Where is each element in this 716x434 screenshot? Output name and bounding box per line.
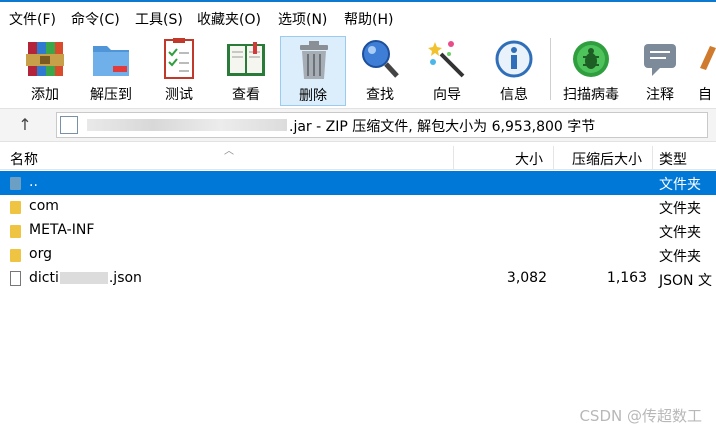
list-item-org[interactable]: org 文件夹	[0, 243, 716, 267]
checklist-icon	[164, 38, 194, 79]
column-size[interactable]: 大小	[515, 149, 543, 169]
test-button[interactable]: 测试	[146, 36, 212, 106]
view-button[interactable]: 查看	[213, 36, 279, 106]
wizard-button[interactable]: 向导	[414, 36, 480, 106]
menu-tools[interactable]: 工具(S)	[134, 9, 184, 29]
wizard-label: 向导	[433, 87, 461, 103]
menu-command[interactable]: 命令(C)	[70, 9, 121, 29]
menu-bar: 文件(F) 命令(C) 工具(S) 收藏夹(O) 选项(N) 帮助(H)	[0, 0, 716, 36]
item-name: dicti .json	[29, 270, 142, 286]
add-button[interactable]: 添加	[12, 36, 78, 106]
folder-icon	[10, 225, 21, 238]
sort-ascending-icon: ︿	[224, 146, 234, 157]
comment-icon	[644, 44, 676, 76]
find-button[interactable]: 查找	[347, 36, 413, 106]
archive-path-field[interactable]: .jar - ZIP 压缩文件, 解包大小为 6,953,800 字节	[56, 112, 708, 138]
column-name[interactable]: 名称	[10, 149, 38, 169]
extract-to-label: 解压到	[90, 87, 132, 103]
delete-label: 删除	[299, 88, 327, 104]
item-type: 文件夹	[659, 201, 701, 217]
sfx-button[interactable]: 自	[684, 36, 716, 106]
magnifier-icon	[362, 40, 399, 78]
folder-extract-icon	[93, 46, 129, 76]
column-divider[interactable]	[553, 146, 554, 170]
info-button[interactable]: 信息	[481, 36, 547, 106]
folder-up-icon	[10, 177, 21, 190]
toolbar-separator	[550, 38, 551, 100]
open-book-icon	[227, 42, 265, 76]
menu-options[interactable]: 选项(N)	[277, 9, 328, 29]
sfx-icon	[700, 46, 716, 70]
address-bar: ↑ .jar - ZIP 压缩文件, 解包大小为 6,953,800 字节	[0, 108, 716, 142]
menu-file[interactable]: 文件(F)	[8, 9, 57, 29]
info-icon	[495, 40, 533, 78]
item-name-suffix: .json	[108, 270, 142, 286]
item-name: META-INF	[29, 222, 95, 238]
item-name: org	[29, 246, 52, 262]
item-name: com	[29, 198, 59, 214]
redacted-name-part	[59, 272, 108, 284]
folder-icon	[10, 249, 21, 262]
item-type: JSON 文	[659, 273, 712, 289]
arrow-up-icon: ↑	[18, 115, 32, 134]
scan-virus-button[interactable]: 扫描病毒	[558, 36, 624, 106]
redacted-filename	[87, 119, 287, 131]
list-item-com[interactable]: com 文件夹	[0, 195, 716, 219]
jar-file-icon	[60, 116, 78, 134]
test-label: 测试	[165, 87, 193, 103]
item-type: 文件夹	[659, 249, 701, 265]
list-item-meta-inf[interactable]: META-INF 文件夹	[0, 219, 716, 243]
item-packed-size: 1,163	[606, 270, 647, 286]
winrar-books-icon	[26, 42, 64, 76]
watermark: CSDN @传超数工	[579, 407, 702, 425]
file-list-header: ︿ 名称 大小 压缩后大小 类型	[0, 146, 716, 170]
virus-scan-bug-icon	[573, 41, 609, 77]
list-item-json[interactable]: dicti .json 3,082 1,163 JSON 文	[0, 267, 716, 291]
item-type: 文件夹	[659, 177, 701, 193]
archive-path-text: .jar - ZIP 压缩文件, 解包大小为 6,953,800 字节	[289, 119, 596, 135]
folder-icon	[10, 201, 21, 214]
column-type[interactable]: 类型	[659, 149, 687, 169]
item-name-prefix: dicti	[29, 270, 59, 286]
menu-favorites[interactable]: 收藏夹(O)	[196, 9, 262, 29]
magic-wand-icon	[428, 41, 465, 78]
column-packed-size[interactable]: 压缩后大小	[572, 149, 642, 169]
menu-help[interactable]: 帮助(H)	[343, 9, 394, 29]
view-label: 查看	[232, 87, 260, 103]
up-folder-button[interactable]: ↑	[6, 112, 44, 138]
extract-to-button[interactable]: 解压到	[78, 36, 144, 106]
scan-virus-label: 扫描病毒	[563, 87, 619, 103]
item-name: ..	[29, 174, 38, 190]
list-item-parent[interactable]: .. 文件夹	[0, 171, 716, 195]
item-type: 文件夹	[659, 225, 701, 241]
sfx-label: 自	[698, 87, 712, 103]
column-divider[interactable]	[453, 146, 454, 170]
column-divider[interactable]	[652, 146, 653, 170]
add-label: 添加	[31, 87, 59, 103]
toolbar: 添加 解压到 测试 查看 删除 查找 向导 信息 扫描病毒 注释 自	[0, 36, 716, 106]
file-icon	[10, 271, 21, 286]
delete-button[interactable]: 删除	[280, 36, 346, 106]
item-size: 3,082	[506, 270, 547, 286]
trash-can-icon	[300, 41, 328, 79]
info-label: 信息	[500, 87, 528, 103]
find-label: 查找	[366, 87, 394, 103]
